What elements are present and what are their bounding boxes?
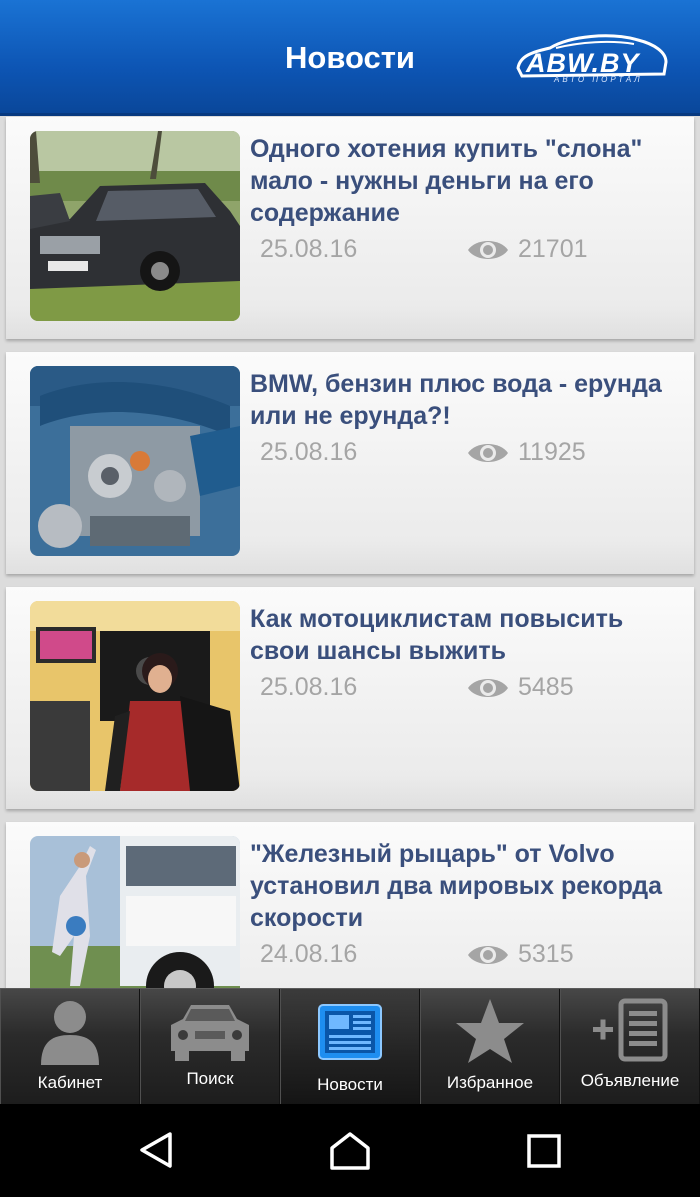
person-icon [41, 1001, 99, 1065]
recent-apps-icon[interactable] [526, 1133, 562, 1169]
news-title[interactable]: "Железный рыцарь" от Volvo установил два… [250, 838, 670, 934]
news-card[interactable]: BMW, бензин плюс вода - ерунда или не ер… [6, 352, 694, 574]
news-thumbnail [30, 131, 240, 321]
tab-favorites[interactable]: Избранное [420, 989, 560, 1104]
news-views: 21701 [466, 235, 588, 264]
eye-icon [468, 678, 508, 697]
tab-search[interactable]: Поиск [140, 989, 280, 1104]
logo-subtitle: АВТО ПОРТАЛ [554, 75, 643, 84]
news-thumbnail [30, 836, 240, 988]
car-icon [171, 1005, 249, 1061]
tab-label: Поиск [186, 1069, 234, 1088]
android-nav-bar [0, 1104, 700, 1197]
news-thumbnail [30, 601, 240, 791]
app-header: Новости ABW.BY АВТО ПОРТАЛ [0, 0, 700, 116]
news-card[interactable]: Как мотоциклистам повысить свои шансы вы… [6, 587, 694, 809]
news-views: 5315 [466, 940, 574, 969]
back-icon[interactable] [136, 1130, 176, 1170]
news-card[interactable]: "Железный рыцарь" от Volvo установил два… [6, 822, 694, 988]
tab-label: Объявление [580, 1071, 680, 1090]
home-icon[interactable] [328, 1130, 372, 1172]
eye-icon [468, 240, 508, 259]
tab-label: Избранное [446, 1073, 534, 1092]
views-count: 5315 [518, 940, 574, 968]
add-listing-icon [593, 998, 668, 1062]
news-views: 11925 [466, 438, 586, 467]
news-title[interactable]: Одного хотения купить "слона" мало - нуж… [250, 133, 670, 229]
news-title[interactable]: BMW, бензин плюс вода - ерунда или не ер… [250, 368, 670, 432]
news-meta: 25.08.16 21701 [260, 235, 680, 269]
views-count: 5485 [518, 673, 574, 701]
bottom-tab-bar: Кабинет Поиск Новости Избранное Объявлен… [0, 988, 700, 1104]
news-date: 25.08.16 [260, 235, 358, 263]
abw-logo[interactable]: ABW.BY АВТО ПОРТАЛ [510, 28, 670, 90]
tab-cabinet[interactable]: Кабинет [0, 989, 140, 1104]
news-meta: 24.08.16 5315 [260, 940, 680, 974]
tab-label: Кабинет [37, 1073, 103, 1092]
tab-news[interactable]: Новости [280, 989, 420, 1104]
news-icon [318, 1004, 382, 1060]
news-date: 24.08.16 [260, 940, 358, 968]
tab-label: Новости [317, 1075, 383, 1094]
news-date: 25.08.16 [260, 438, 358, 466]
star-icon [456, 999, 524, 1063]
views-count: 21701 [518, 235, 588, 263]
tab-add-listing[interactable]: Объявление [560, 989, 700, 1104]
news-feed[interactable]: Одного хотения купить "слона" мало - нуж… [0, 117, 700, 988]
news-card[interactable]: Одного хотения купить "слона" мало - нуж… [6, 117, 694, 339]
eye-icon [468, 443, 508, 462]
eye-icon [468, 945, 508, 964]
news-meta: 25.08.16 5485 [260, 673, 680, 707]
news-views: 5485 [466, 673, 574, 702]
news-meta: 25.08.16 11925 [260, 438, 680, 472]
news-title[interactable]: Как мотоциклистам повысить свои шансы вы… [250, 603, 670, 667]
views-count: 11925 [518, 438, 586, 466]
news-thumbnail [30, 366, 240, 556]
news-date: 25.08.16 [260, 673, 358, 701]
